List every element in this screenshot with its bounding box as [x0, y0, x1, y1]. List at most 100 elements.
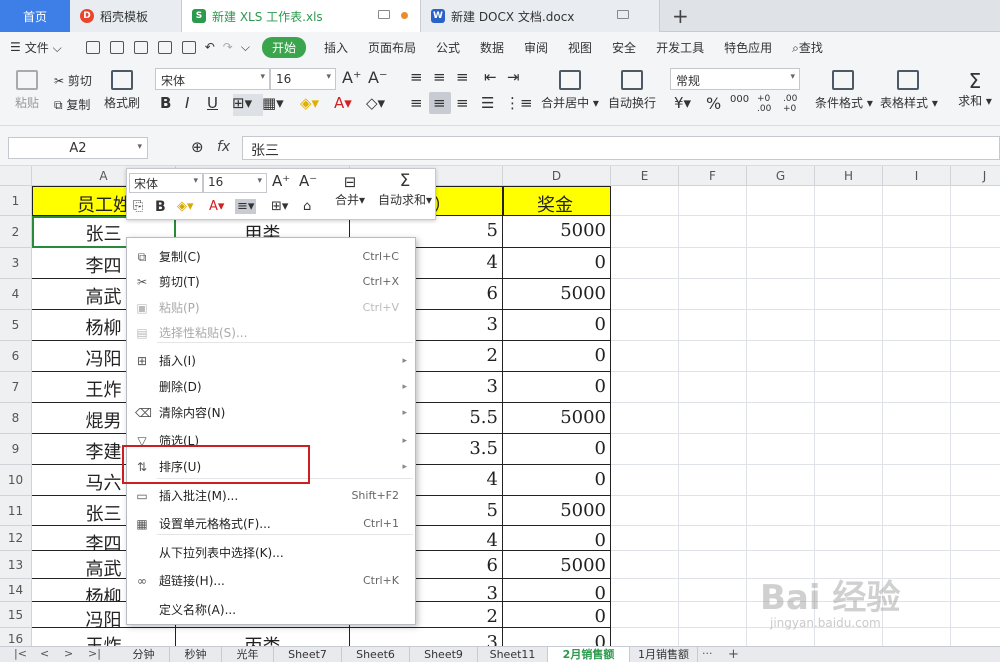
- cell-empty[interactable]: [815, 434, 883, 465]
- cell-empty[interactable]: [679, 310, 747, 341]
- sheet-tab-1[interactable]: 秒钟: [170, 647, 222, 662]
- align-middle-icon[interactable]: ≡: [433, 68, 446, 86]
- format-painter-button[interactable]: 格式刷: [104, 70, 140, 111]
- cell-empty[interactable]: [679, 248, 747, 279]
- cell-empty[interactable]: [951, 465, 1000, 496]
- row-header-12[interactable]: 12: [0, 526, 32, 551]
- cell-empty[interactable]: [815, 628, 883, 646]
- cell-empty[interactable]: [951, 602, 1000, 628]
- cell-empty[interactable]: [951, 216, 1000, 248]
- name-box[interactable]: A2 ▾: [8, 137, 148, 159]
- cell-a16[interactable]: 王炸: [32, 628, 176, 646]
- font-color-icon[interactable]: A▾: [209, 199, 224, 214]
- cell-empty[interactable]: [883, 186, 951, 216]
- cell-empty[interactable]: [611, 186, 679, 216]
- cell-empty[interactable]: [883, 372, 951, 403]
- tab-template[interactable]: D 稻壳模板: [70, 0, 182, 32]
- cell-d14[interactable]: 0: [503, 579, 611, 602]
- table-style-button[interactable]: 表格样式 ▾: [880, 70, 938, 111]
- customize-icon[interactable]: ⌵: [241, 40, 250, 55]
- mini-size-select[interactable]: 16 ▾: [203, 173, 267, 193]
- cell-d9[interactable]: 0: [503, 434, 611, 465]
- cell-empty[interactable]: [611, 602, 679, 628]
- cell-empty[interactable]: [611, 628, 679, 646]
- open-icon[interactable]: [85, 40, 100, 54]
- cell-empty[interactable]: [611, 372, 679, 403]
- format-painter-icon[interactable]: ⎘: [133, 199, 143, 214]
- cell-empty[interactable]: [951, 279, 1000, 310]
- hamburger-icon[interactable]: ☰: [10, 40, 21, 54]
- cell-empty[interactable]: [815, 341, 883, 372]
- cell-empty[interactable]: [679, 526, 747, 551]
- select-all-corner[interactable]: [0, 166, 32, 186]
- cell-empty[interactable]: [611, 465, 679, 496]
- cell-empty[interactable]: [951, 341, 1000, 372]
- cell-d8[interactable]: 5000: [503, 403, 611, 434]
- copy-button[interactable]: ⧉ 复制: [54, 96, 90, 113]
- first-sheet-icon[interactable]: |<: [14, 647, 27, 660]
- export-icon[interactable]: [133, 40, 148, 54]
- cell-d16[interactable]: 0: [503, 628, 611, 646]
- clear-format-icon[interactable]: ◇▾: [366, 94, 385, 112]
- cell-empty[interactable]: [747, 372, 815, 403]
- cell-empty[interactable]: [951, 403, 1000, 434]
- sheet-tab-4[interactable]: Sheet6: [342, 647, 410, 662]
- cell-empty[interactable]: [815, 186, 883, 216]
- thousand-separator-icon[interactable]: 000: [730, 94, 749, 105]
- cell-empty[interactable]: [883, 403, 951, 434]
- underline-icon[interactable]: U: [207, 94, 218, 112]
- cell-empty[interactable]: [951, 628, 1000, 646]
- cell-empty[interactable]: [815, 526, 883, 551]
- cell-empty[interactable]: [883, 465, 951, 496]
- row-header-1[interactable]: 1: [0, 186, 32, 216]
- sum-button[interactable]: Σ 求和 ▾: [958, 70, 992, 109]
- cell-empty[interactable]: [951, 551, 1000, 579]
- cell-empty[interactable]: [747, 465, 815, 496]
- redo-icon[interactable]: ↷: [223, 40, 233, 54]
- cell-empty[interactable]: [747, 496, 815, 526]
- context-item-1[interactable]: ✂ 剪切(T) Ctrl+X: [127, 270, 415, 294]
- cell-empty[interactable]: [883, 216, 951, 248]
- row-header-11[interactable]: 11: [0, 496, 32, 526]
- cell-d10[interactable]: 0: [503, 465, 611, 496]
- cell-empty[interactable]: [611, 579, 679, 602]
- window-icon[interactable]: [378, 10, 390, 19]
- align-right-icon[interactable]: ≡: [456, 94, 469, 112]
- cell-d13[interactable]: 5000: [503, 551, 611, 579]
- cell-d5[interactable]: 0: [503, 310, 611, 341]
- row-header-5[interactable]: 5: [0, 310, 32, 341]
- menu-developer[interactable]: 开发工具: [656, 39, 704, 56]
- sheet-tab-0[interactable]: 分钟: [118, 647, 170, 662]
- cell-empty[interactable]: [679, 341, 747, 372]
- justify-icon[interactable]: ☰: [481, 94, 494, 112]
- font-color-icon[interactable]: A▾: [334, 94, 352, 112]
- row-header-15[interactable]: 15: [0, 602, 32, 628]
- cell-empty[interactable]: [679, 602, 747, 628]
- menu-insert[interactable]: 插入: [324, 39, 348, 56]
- cell-empty[interactable]: [815, 248, 883, 279]
- distribute-icon[interactable]: ⋮≡: [505, 94, 533, 112]
- col-header-j[interactable]: J: [951, 166, 1000, 186]
- cell-empty[interactable]: [815, 279, 883, 310]
- number-format-select[interactable]: 常规 ▾: [670, 68, 800, 90]
- menu-security[interactable]: 安全: [612, 39, 636, 56]
- new-tab-button[interactable]: +: [672, 4, 689, 28]
- context-item-6[interactable]: ⌫ 清除内容(N) ▸: [127, 401, 415, 425]
- cell-empty[interactable]: [883, 248, 951, 279]
- cell-empty[interactable]: [611, 526, 679, 551]
- merge-button[interactable]: ⊟ 合并▾: [333, 173, 367, 208]
- cell-empty[interactable]: [815, 372, 883, 403]
- col-header-g[interactable]: G: [747, 166, 815, 186]
- cell-empty[interactable]: [747, 248, 815, 279]
- cut-button[interactable]: ✂ 剪切: [54, 72, 92, 89]
- autosum-button[interactable]: Σ 自动求和▾: [375, 171, 435, 208]
- context-item-4[interactable]: ⊞ 插入(I) ▸: [127, 349, 415, 373]
- border-icon[interactable]: ⊞▾: [232, 94, 252, 112]
- cell-empty[interactable]: [679, 496, 747, 526]
- cell-empty[interactable]: [815, 496, 883, 526]
- row-header-14[interactable]: 14: [0, 579, 32, 602]
- col-header-h[interactable]: H: [815, 166, 883, 186]
- menu-view[interactable]: 视图: [568, 39, 592, 56]
- cell-d3[interactable]: 0: [503, 248, 611, 279]
- increase-decimal-icon[interactable]: +0 .00: [757, 94, 781, 114]
